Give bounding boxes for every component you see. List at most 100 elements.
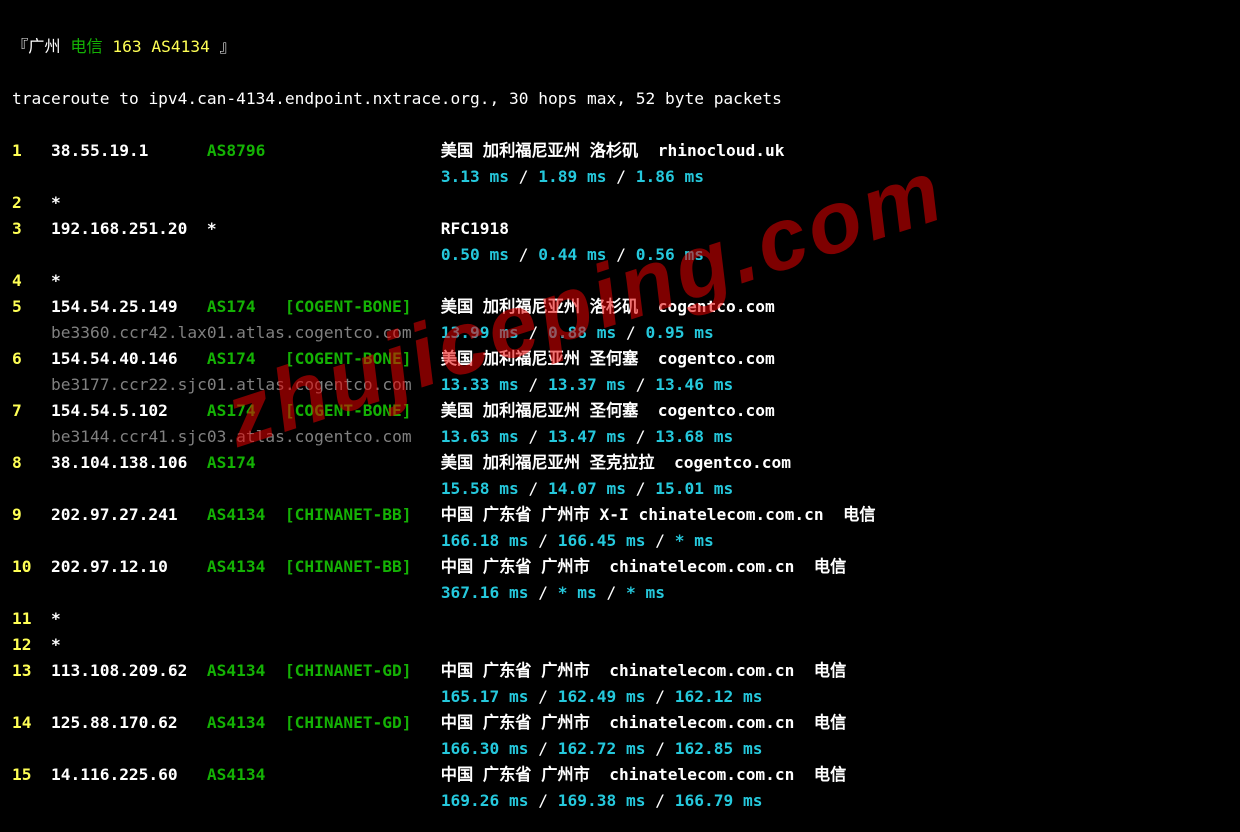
header-city: 广州 xyxy=(28,37,70,56)
hop-asn: AS174 xyxy=(207,398,285,424)
hop-asn: AS174 xyxy=(207,294,285,320)
hop-number: 7 xyxy=(12,398,51,424)
hop-timing-row: 166.18 ms / 166.45 ms / * ms xyxy=(12,528,1228,554)
hop-location: 中国 广东省 广州市 X-I chinatelecom.com.cn 电信 xyxy=(441,502,876,528)
hop-location: 美国 加利福尼亚州 圣克拉拉 cogentco.com xyxy=(441,450,791,476)
hop-row: 12* xyxy=(12,632,1228,658)
hop-ip: 154.54.40.146 xyxy=(51,346,207,372)
hop-asn: AS8796 xyxy=(207,138,285,164)
hop-timing-row: 3.13 ms / 1.89 ms / 1.86 ms xyxy=(12,164,1228,190)
hop-ptr-row: be3177.ccr22.sjc01.atlas.cogentco.com13.… xyxy=(12,372,1228,398)
hop-number: 10 xyxy=(12,554,51,580)
hop-ip: 192.168.251.20 xyxy=(51,216,207,242)
hop-number: 9 xyxy=(12,502,51,528)
hop-row: 11* xyxy=(12,606,1228,632)
hop-timing-row: 367.16 ms / * ms / * ms xyxy=(12,580,1228,606)
hop-tag: [CHINANET-GD] xyxy=(285,710,441,736)
hop-ptr: be3360.ccr42.lax01.atlas.cogentco.com xyxy=(51,320,441,346)
hop-ip: 113.108.209.62 xyxy=(51,658,207,684)
hop-row: 10202.97.12.10AS4134[CHINANET-BB]中国 广东省 … xyxy=(12,554,1228,580)
hop-timing: 165.17 ms / 162.49 ms / 162.12 ms xyxy=(441,687,763,706)
hop-tag: [COGENT-BONE] xyxy=(285,294,441,320)
hop-location: RFC1918 xyxy=(441,216,509,242)
hop-row: 4* xyxy=(12,268,1228,294)
hop-ip: * xyxy=(51,609,61,628)
hop-number: 1 xyxy=(12,138,51,164)
hop-timing: 13.63 ms / 13.47 ms / 13.68 ms xyxy=(441,427,733,446)
hop-row: 3192.168.251.20* RFC1918 xyxy=(12,216,1228,242)
hop-ip: 202.97.27.241 xyxy=(51,502,207,528)
terminal-output: 『广州 电信 163 AS4134 』 traceroute to ipv4.c… xyxy=(0,0,1240,832)
hop-number: 11 xyxy=(12,606,51,632)
header-open: 『 xyxy=(12,37,28,56)
hop-timing-row: 15.58 ms / 14.07 ms / 15.01 ms xyxy=(12,476,1228,502)
hop-location: 美国 加利福尼亚州 洛杉矶 cogentco.com xyxy=(441,294,775,320)
hop-ptr: be3144.ccr41.sjc03.atlas.cogentco.com xyxy=(51,424,441,450)
hop-row: 5154.54.25.149AS174[COGENT-BONE]美国 加利福尼亚… xyxy=(12,294,1228,320)
hop-asn: AS4134 xyxy=(207,762,285,788)
hop-location: 中国 广东省 广州市 chinatelecom.com.cn 电信 xyxy=(441,658,847,684)
hop-timing-row: 166.30 ms / 162.72 ms / 162.85 ms xyxy=(12,736,1228,762)
hop-number: 14 xyxy=(12,710,51,736)
hop-timing: 169.26 ms / 169.38 ms / 166.79 ms xyxy=(441,791,763,810)
hop-timing: 13.33 ms / 13.37 ms / 13.46 ms xyxy=(441,375,733,394)
hop-row: 838.104.138.106AS174 美国 加利福尼亚州 圣克拉拉 cogen… xyxy=(12,450,1228,476)
hop-ptr-row: be3144.ccr41.sjc03.atlas.cogentco.com13.… xyxy=(12,424,1228,450)
hop-location: 美国 加利福尼亚州 圣何塞 cogentco.com xyxy=(441,398,775,424)
hop-ip: * xyxy=(51,635,61,654)
hop-tag: [COGENT-BONE] xyxy=(285,346,441,372)
hop-row: 138.55.19.1AS8796美国 加利福尼亚州 洛杉矶 rhinoclou… xyxy=(12,138,1228,164)
hop-ip: 154.54.25.149 xyxy=(51,294,207,320)
hop-list: 138.55.19.1AS8796美国 加利福尼亚州 洛杉矶 rhinoclou… xyxy=(12,138,1228,814)
header-close: 』 xyxy=(210,37,236,56)
hop-asn: AS4134 xyxy=(207,502,285,528)
hop-asn: AS4134 xyxy=(207,710,285,736)
hop-row: 6154.54.40.146AS174[COGENT-BONE]美国 加利福尼亚… xyxy=(12,346,1228,372)
hop-ip: 125.88.170.62 xyxy=(51,710,207,736)
hop-ip: * xyxy=(51,193,61,212)
hop-timing: 166.18 ms / 166.45 ms / * ms xyxy=(441,531,714,550)
hop-location: 中国 广东省 广州市 chinatelecom.com.cn 电信 xyxy=(441,710,847,736)
hop-number: 3 xyxy=(12,216,51,242)
hop-ip: 38.104.138.106 xyxy=(51,450,207,476)
hop-ip: 154.54.5.102 xyxy=(51,398,207,424)
header-asn: AS4134 xyxy=(142,37,210,56)
hop-timing: 15.58 ms / 14.07 ms / 15.01 ms xyxy=(441,479,733,498)
hop-asn: AS174 xyxy=(207,450,285,476)
hop-row: 1514.116.225.60AS4134中国 广东省 广州市 chinatel… xyxy=(12,762,1228,788)
header-carrier: 电信 xyxy=(70,37,102,56)
hop-timing: 166.30 ms / 162.72 ms / 162.85 ms xyxy=(441,739,763,758)
hop-asn: AS4134 xyxy=(207,554,285,580)
hop-timing: 3.13 ms / 1.89 ms / 1.86 ms xyxy=(441,167,704,186)
hop-tag: [CHINANET-BB] xyxy=(285,554,441,580)
hop-ip: 14.116.225.60 xyxy=(51,762,207,788)
hop-number: 4 xyxy=(12,268,51,294)
hop-number: 6 xyxy=(12,346,51,372)
hop-timing: 367.16 ms / * ms / * ms xyxy=(441,583,665,602)
hop-timing-row: 0.50 ms / 0.44 ms / 0.56 ms xyxy=(12,242,1228,268)
hop-timing-row: 165.17 ms / 162.49 ms / 162.12 ms xyxy=(12,684,1228,710)
hop-row: 13113.108.209.62AS4134[CHINANET-GD]中国 广东… xyxy=(12,658,1228,684)
hop-location: 中国 广东省 广州市 chinatelecom.com.cn 电信 xyxy=(441,554,847,580)
hop-number: 13 xyxy=(12,658,51,684)
hop-row: 7154.54.5.102AS174[COGENT-BONE]美国 加利福尼亚州… xyxy=(12,398,1228,424)
header-backbone: 163 xyxy=(103,37,142,56)
hop-timing: 0.50 ms / 0.44 ms / 0.56 ms xyxy=(441,245,704,264)
hop-tag: [COGENT-BONE] xyxy=(285,398,441,424)
hop-timing-row: 169.26 ms / 169.38 ms / 166.79 ms xyxy=(12,788,1228,814)
hop-number: 12 xyxy=(12,632,51,658)
hop-asn: AS174 xyxy=(207,346,285,372)
hop-ip: * xyxy=(51,271,61,290)
hop-number: 5 xyxy=(12,294,51,320)
hop-location: 美国 加利福尼亚州 洛杉矶 rhinocloud.uk xyxy=(441,138,785,164)
hop-number: 8 xyxy=(12,450,51,476)
hop-timing: 13.99 ms / 0.88 ms / 0.95 ms xyxy=(441,323,714,342)
hop-tag: [CHINANET-GD] xyxy=(285,658,441,684)
hop-ptr-row: be3360.ccr42.lax01.atlas.cogentco.com13.… xyxy=(12,320,1228,346)
trace-header: 『广州 电信 163 AS4134 』 xyxy=(12,34,1228,60)
hop-location: 中国 广东省 广州市 chinatelecom.com.cn 电信 xyxy=(441,762,847,788)
hop-number: 2 xyxy=(12,190,51,216)
hop-asn: AS4134 xyxy=(207,658,285,684)
hop-row: 9202.97.27.241AS4134[CHINANET-BB]中国 广东省 … xyxy=(12,502,1228,528)
hop-asn: * xyxy=(207,216,285,242)
